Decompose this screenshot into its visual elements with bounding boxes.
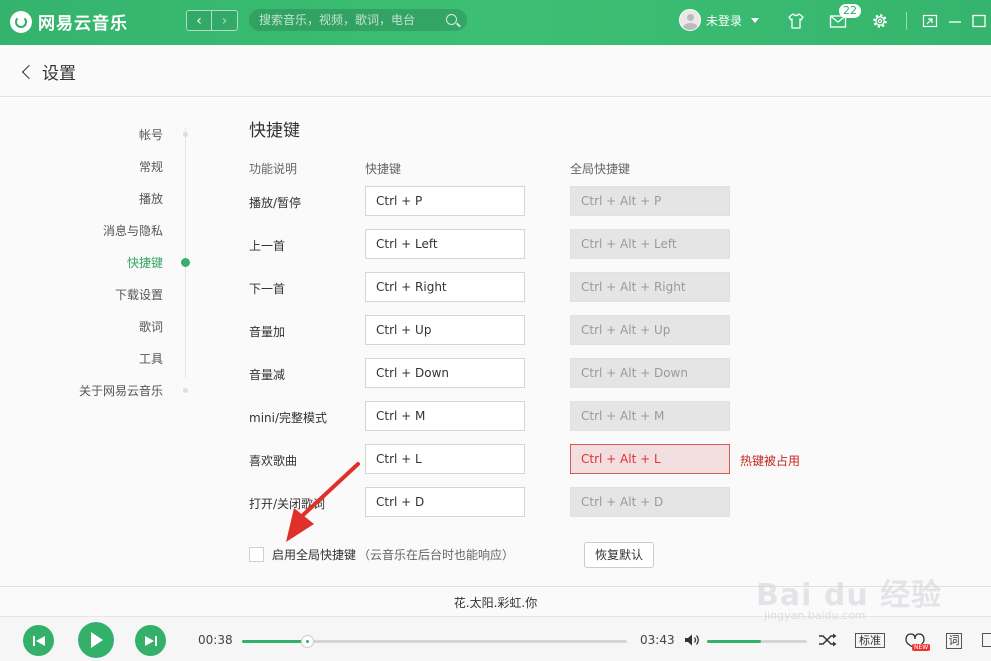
sidebar-item[interactable]: 快捷键 <box>127 254 163 271</box>
forward-arrow-button[interactable]: › <box>212 10 238 31</box>
shortcut-row-label: 音量减 <box>249 368 286 382</box>
enable-global-hint: （云音乐在后台时也能响应） <box>358 548 515 562</box>
skin-shirt-icon[interactable] <box>787 12 805 30</box>
global-shortcut-field[interactable]: Ctrl + Alt + M <box>570 401 730 431</box>
col-header-shortcut: 快捷键 <box>365 162 402 176</box>
duration-time: 03:43 <box>640 633 675 647</box>
netease-logo-icon <box>10 10 32 33</box>
user-menu[interactable]: 未登录 <box>679 9 760 31</box>
shortcut-key-field[interactable]: Ctrl + D <box>365 487 525 517</box>
sidebar-dot <box>183 388 188 393</box>
progress-handle[interactable] <box>301 635 314 648</box>
global-shortcut-field[interactable]: Ctrl + Alt + L <box>570 444 730 474</box>
shortcut-row-label: 打开/关闭歌词 <box>249 497 326 511</box>
shortcut-key-field[interactable]: Ctrl + L <box>365 444 525 474</box>
shortcut-row-label: 喜欢歌曲 <box>249 454 298 468</box>
progress-fill <box>242 640 307 643</box>
settings-header: 设置 <box>0 45 991 97</box>
search-input[interactable] <box>249 9 439 31</box>
play-button[interactable] <box>78 622 114 658</box>
sidebar-item[interactable]: 工具 <box>139 350 163 367</box>
avatar[interactable] <box>679 9 701 31</box>
search-icon[interactable] <box>446 14 457 25</box>
global-shortcut-field[interactable]: Ctrl + Alt + Up <box>570 315 730 345</box>
page-title: 设置 <box>42 64 76 84</box>
global-shortcut-field[interactable]: Ctrl + Alt + Left <box>570 229 730 259</box>
playlist-icon[interactable] <box>982 633 991 647</box>
shortcut-row-label: 上一首 <box>249 239 286 253</box>
volume-slider[interactable] <box>707 640 807 643</box>
shortcut-key-field[interactable]: Ctrl + Left <box>365 229 525 259</box>
enable-global-checkbox[interactable] <box>249 547 264 562</box>
hotkey-conflict-note: 热键被占用 <box>740 454 801 468</box>
search-box <box>249 9 467 31</box>
minimize-icon[interactable] <box>946 12 964 30</box>
new-badge: NEW <box>912 644 931 651</box>
sidebar-item[interactable]: 下载设置 <box>115 286 163 303</box>
now-playing-strip: 花.太阳.彩虹.你 <box>0 586 991 616</box>
sidebar-item[interactable]: 消息与隐私 <box>103 222 163 239</box>
chevron-down-icon[interactable] <box>751 17 760 23</box>
maximize-icon[interactable] <box>970 12 988 30</box>
shuffle-icon[interactable] <box>818 632 838 648</box>
shortcut-key-field[interactable]: Ctrl + Right <box>365 272 525 302</box>
enable-global-label[interactable]: 启用全局快捷键 <box>272 546 356 563</box>
global-shortcut-field[interactable]: Ctrl + Alt + Right <box>570 272 730 302</box>
lyric-button[interactable]: 词 <box>946 633 962 649</box>
next-track-button[interactable] <box>135 625 166 656</box>
title-bar-divider <box>906 12 907 30</box>
shortcut-key-field[interactable]: Ctrl + Up <box>365 315 525 345</box>
skip-previous-icon <box>32 635 45 646</box>
col-header-function: 功能说明 <box>249 162 298 176</box>
app-name: 网易云音乐 <box>38 14 128 34</box>
enable-global-row: 启用全局快捷键 （云音乐在后台时也能响应） <box>249 546 514 563</box>
volume-fill <box>707 640 761 643</box>
mail-badge: 22 <box>839 4 861 18</box>
shortcut-key-field[interactable]: Ctrl + Down <box>365 358 525 388</box>
sidebar-item[interactable]: 常规 <box>139 158 163 175</box>
settings-sidebar: 帐号常规播放消息与隐私快捷键下载设置歌词工具关于网易云音乐 <box>0 98 200 586</box>
previous-track-button[interactable] <box>23 625 54 656</box>
shortcut-row-label: 音量加 <box>249 325 286 339</box>
back-arrow-button[interactable]: ‹ <box>186 10 212 31</box>
sidebar-active-dot <box>181 258 190 267</box>
global-shortcut-field[interactable]: Ctrl + Alt + P <box>570 186 730 216</box>
shortcut-key-field[interactable]: Ctrl + M <box>365 401 525 431</box>
sidebar-track-line <box>185 128 186 378</box>
sidebar-item[interactable]: 播放 <box>139 190 163 207</box>
player-bar: 00:38 03:43 标准 NEW 词 <box>0 616 991 661</box>
section-title: 快捷键 <box>249 121 300 141</box>
shortcut-row-label: mini/完整模式 <box>249 411 328 425</box>
back-button[interactable]: 设置 <box>20 59 76 84</box>
shortcut-row-label: 播放/暂停 <box>249 196 302 210</box>
elapsed-time: 00:38 <box>198 633 233 647</box>
chevron-left-icon <box>21 64 37 79</box>
history-nav: ‹ › <box>186 10 238 31</box>
sidebar-item[interactable]: 关于网易云音乐 <box>79 382 163 399</box>
restore-default-button[interactable]: 恢复默认 <box>584 542 654 568</box>
sidebar-item[interactable]: 歌词 <box>139 318 163 335</box>
user-name[interactable]: 未登录 <box>706 12 742 29</box>
play-icon <box>91 632 103 648</box>
quality-button[interactable]: 标准 <box>855 633 885 648</box>
shortcut-section: 快捷键 功能说明 快捷键 全局快捷键 播放/暂停 Ctrl + P Ctrl + A… <box>249 98 949 586</box>
global-shortcut-field[interactable]: Ctrl + Alt + D <box>570 487 730 517</box>
sidebar-item[interactable]: 帐号 <box>139 126 163 143</box>
settings-content: 帐号 常规 播放 消息与隐私 快捷键 下载设置 歌词 工具 关于网易云音乐 快捷键 功能说明 快… <box>0 98 991 586</box>
global-shortcut-field[interactable]: Ctrl + Alt + Down <box>570 358 730 388</box>
app-logo[interactable]: 网易云音乐 <box>10 9 128 34</box>
col-header-global: 全局快捷键 <box>570 162 631 176</box>
shortcut-key-field[interactable]: Ctrl + P <box>365 186 525 216</box>
volume-icon[interactable] <box>684 633 700 647</box>
sidebar-dot <box>183 132 188 137</box>
title-bar: 网易云音乐 ‹ › 未登录 22 <box>0 0 991 45</box>
mini-mode-icon[interactable] <box>921 12 939 30</box>
gear-icon[interactable] <box>871 12 889 30</box>
track-title[interactable]: 花.太阳.彩虹.你 <box>0 594 991 611</box>
progress-bar[interactable] <box>242 635 627 648</box>
skip-next-icon <box>144 635 157 646</box>
shortcut-row-label: 下一首 <box>249 282 286 296</box>
